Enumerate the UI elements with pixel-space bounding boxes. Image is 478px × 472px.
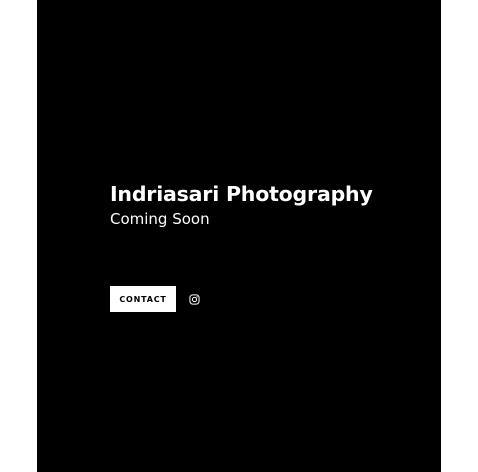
contact-button[interactable]: CONTACT [110, 286, 176, 312]
instagram-link[interactable] [187, 292, 201, 306]
header-block: Indriasari Photography Coming Soon [110, 181, 373, 229]
instagram-icon [188, 293, 200, 305]
coming-soon-panel: Indriasari Photography Coming Soon CONTA… [37, 0, 441, 472]
coming-soon-subtitle: Coming Soon [110, 210, 210, 228]
site-title: Indriasari Photography [110, 182, 373, 206]
page: Indriasari Photography Coming Soon CONTA… [0, 0, 478, 472]
action-row: CONTACT [110, 286, 201, 312]
